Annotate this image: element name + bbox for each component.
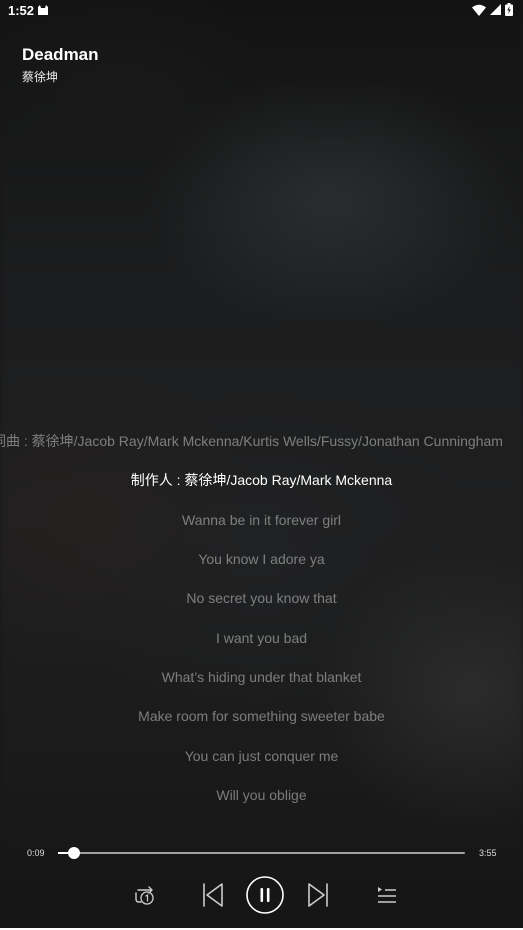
battery-icon bbox=[505, 3, 513, 16]
current-time: 0:09 bbox=[27, 848, 45, 858]
song-title: Deadman bbox=[22, 45, 99, 64]
lyric-line[interactable]: You know I adore ya bbox=[0, 549, 523, 569]
song-header: Deadman 蔡徐坤 bbox=[22, 45, 99, 85]
playlist-button[interactable] bbox=[365, 873, 409, 917]
lyric-line[interactable]: 词曲 : 蔡徐坤/Jacob Ray/Mark Mckenna/Kurtis W… bbox=[0, 431, 503, 451]
lyric-line[interactable]: I want you bad bbox=[0, 628, 523, 648]
cell-signal-icon bbox=[490, 4, 501, 15]
lyric-line[interactable]: Make room for something sweeter babe bbox=[0, 706, 523, 726]
status-time: 1:52 bbox=[8, 3, 35, 18]
lyric-line[interactable]: Will you oblige bbox=[0, 785, 523, 805]
lyric-line[interactable]: You can just conquer me bbox=[0, 746, 523, 766]
next-button[interactable] bbox=[296, 873, 340, 917]
playback-progress: 0:09 3:55 bbox=[0, 843, 523, 863]
lyric-line[interactable]: 制作人 : 蔡徐坤/Jacob Ray/Mark Mckenna bbox=[0, 470, 523, 490]
seek-bar-thumb[interactable] bbox=[68, 847, 81, 859]
android-cat-icon bbox=[38, 5, 48, 15]
skip-next-icon bbox=[308, 883, 328, 907]
pause-icon bbox=[246, 876, 284, 914]
skip-previous-icon bbox=[203, 883, 223, 907]
lyric-line[interactable]: No secret you know that bbox=[0, 588, 523, 608]
player-controls bbox=[0, 873, 523, 917]
pause-button[interactable] bbox=[243, 873, 287, 917]
previous-button[interactable] bbox=[191, 873, 235, 917]
total-time: 3:55 bbox=[479, 848, 497, 858]
status-bar: 1:52 bbox=[0, 0, 523, 22]
status-indicators bbox=[472, 3, 513, 16]
seek-bar[interactable] bbox=[58, 847, 465, 859]
playlist-icon bbox=[378, 887, 396, 903]
lyric-line[interactable]: Wanna be in it forever girl bbox=[0, 510, 523, 530]
wifi-icon bbox=[472, 4, 486, 16]
song-artist[interactable]: 蔡徐坤 bbox=[22, 68, 99, 85]
repeat-one-icon bbox=[135, 886, 154, 905]
repeat-one-button[interactable] bbox=[123, 873, 167, 917]
lyric-line[interactable]: What’s hiding under that blanket bbox=[0, 667, 523, 687]
lyrics-panel[interactable]: 词曲 : 蔡徐坤/Jacob Ray/Mark Mckenna/Kurtis W… bbox=[0, 430, 523, 810]
